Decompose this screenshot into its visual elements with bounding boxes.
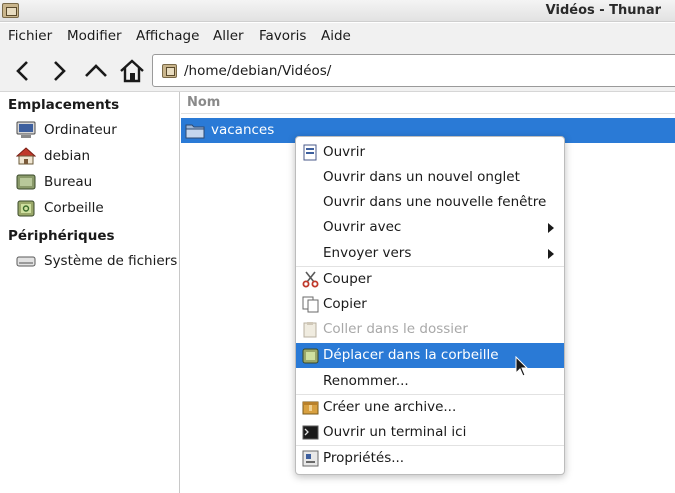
terminal-icon <box>302 425 319 440</box>
folder-location-icon <box>162 64 177 78</box>
menu-affichage[interactable]: Affichage <box>136 28 199 44</box>
open-icon <box>303 144 317 161</box>
menu-item-terminal[interactable]: Ouvrir un terminal ici <box>296 420 564 445</box>
window-title: Vidéos - Thunar <box>545 3 661 18</box>
location-path: /home/debian/Vidéos/ <box>184 63 332 79</box>
trash-icon <box>17 200 35 217</box>
desktop-icon <box>16 174 36 190</box>
archive-icon <box>302 401 319 415</box>
computer-icon <box>16 121 36 138</box>
menu-item-ouvrir-fenetre[interactable]: Ouvrir dans une nouvelle fenêtre <box>296 190 564 215</box>
menu-item-coller: Coller dans le dossier <box>296 317 564 342</box>
sidebar-heading-places: Emplacements <box>8 97 120 113</box>
sidebar: Emplacements Ordinateur debian Bureau Co… <box>0 92 180 493</box>
menu-fichier[interactable]: Fichier <box>8 28 52 44</box>
forward-icon <box>54 61 66 81</box>
menu-modifier[interactable]: Modifier <box>67 28 122 44</box>
menu-bar: Fichier Modifier Affichage Aller Favoris… <box>0 23 675 49</box>
menu-item-proprietes[interactable]: Propriétés... <box>296 446 564 471</box>
menu-item-creer-archive[interactable]: Créer une archive... <box>296 395 564 420</box>
submenu-arrow-icon <box>548 223 554 233</box>
menu-item-envoyer-vers[interactable]: Envoyer vers <box>296 241 564 266</box>
menu-item-couper[interactable]: Couper <box>296 267 564 292</box>
properties-icon <box>302 450 319 467</box>
back-icon <box>16 61 28 81</box>
paste-icon <box>303 322 317 338</box>
title-bar: Vidéos - Thunar <box>0 0 675 22</box>
menu-item-ouvrir[interactable]: Ouvrir <box>296 140 564 165</box>
menu-item-copier[interactable]: Copier <box>296 292 564 317</box>
user-home-icon <box>16 147 36 165</box>
column-header-name[interactable]: Nom <box>181 92 675 114</box>
trash-icon <box>302 348 319 364</box>
drive-icon <box>16 256 36 267</box>
home-button[interactable] <box>118 57 146 85</box>
location-bar[interactable]: /home/debian/Vidéos/ <box>152 54 675 87</box>
context-menu: Ouvrir Ouvrir dans un nouvel onglet Ouvr… <box>295 136 565 475</box>
menu-item-ouvrir-avec[interactable]: Ouvrir avec <box>296 215 564 240</box>
sidebar-item-systeme-de-fichiers[interactable]: Système de fichiers <box>16 251 177 273</box>
sidebar-item-ordinateur[interactable]: Ordinateur <box>16 120 176 142</box>
menu-favoris[interactable]: Favoris <box>259 28 306 44</box>
back-button[interactable] <box>9 57 37 85</box>
menu-item-ouvrir-onglet[interactable]: Ouvrir dans un nouvel onglet <box>296 165 564 190</box>
file-manager-icon <box>2 3 19 18</box>
copy-icon <box>302 296 319 313</box>
forward-button[interactable] <box>45 57 73 85</box>
sidebar-item-bureau[interactable]: Bureau <box>16 172 176 194</box>
folder-icon <box>185 124 205 139</box>
toolbar: /home/debian/Vidéos/ <box>0 49 675 92</box>
submenu-arrow-icon <box>548 249 554 259</box>
sidebar-heading-devices: Périphériques <box>8 228 115 244</box>
menu-aide[interactable]: Aide <box>321 28 351 44</box>
sidebar-item-debian[interactable]: debian <box>16 146 176 168</box>
scissors-icon <box>302 271 319 288</box>
home-icon <box>120 59 144 83</box>
mouse-cursor-icon <box>515 356 529 377</box>
sidebar-item-corbeille[interactable]: Corbeille <box>16 198 176 220</box>
up-button[interactable] <box>82 57 110 85</box>
menu-aller[interactable]: Aller <box>213 28 244 44</box>
up-icon <box>85 64 107 77</box>
